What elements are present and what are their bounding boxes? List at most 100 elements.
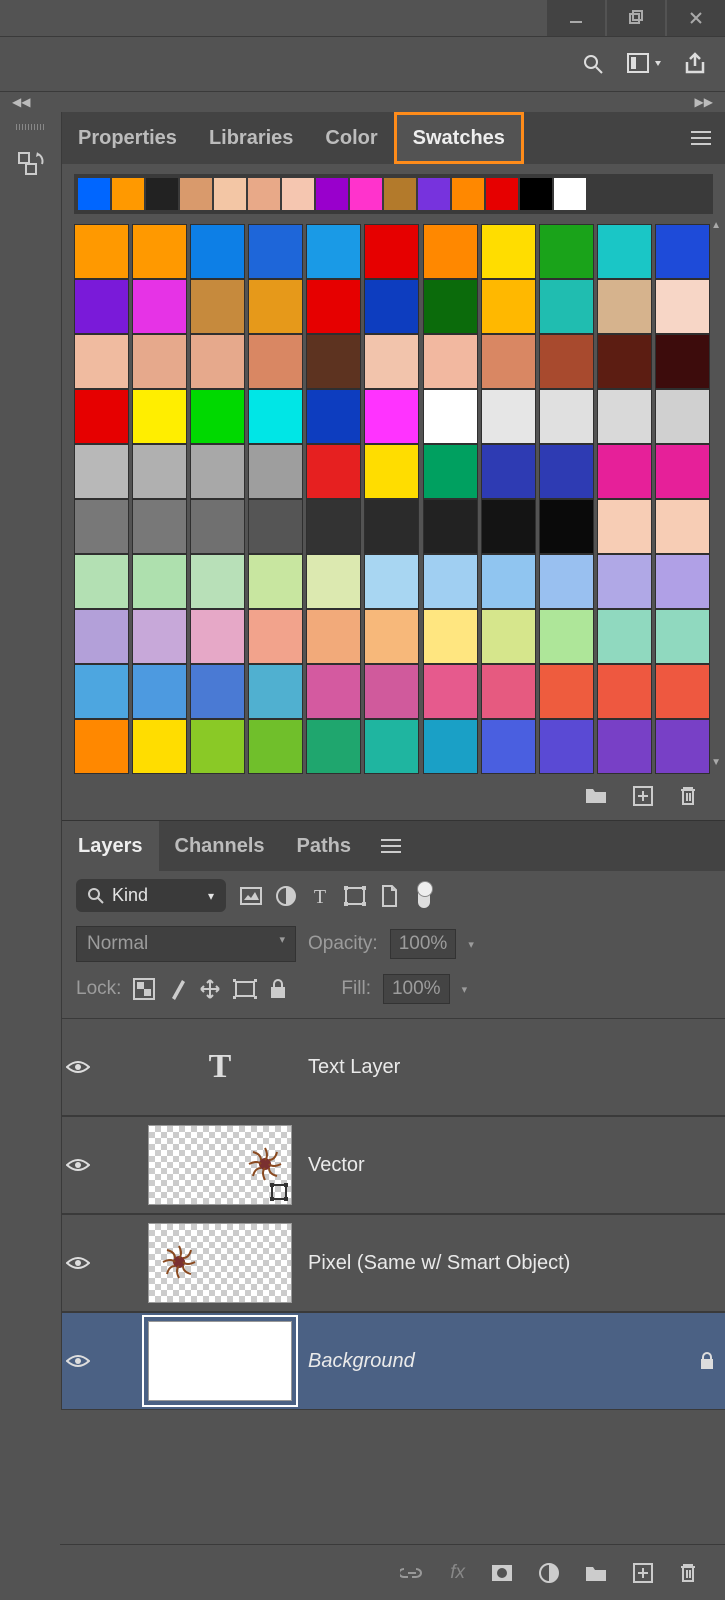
- swatch[interactable]: [190, 444, 245, 499]
- swatch[interactable]: [248, 389, 303, 444]
- swatch[interactable]: [364, 719, 419, 774]
- swatch[interactable]: [306, 554, 361, 609]
- swatch[interactable]: [481, 554, 536, 609]
- swatch[interactable]: [306, 224, 361, 279]
- lock-transparency-icon[interactable]: [133, 978, 155, 1000]
- scroll-down-icon[interactable]: ▼: [711, 757, 721, 768]
- swatch[interactable]: [306, 334, 361, 389]
- swatch[interactable]: [655, 279, 710, 334]
- panel-menu-icon[interactable]: [677, 131, 725, 145]
- visibility-toggle[interactable]: [66, 1059, 132, 1075]
- swatch[interactable]: [74, 389, 129, 444]
- lock-artboard-icon[interactable]: [233, 979, 257, 999]
- share-icon[interactable]: [683, 52, 707, 76]
- group-icon[interactable]: [585, 1564, 607, 1582]
- swatch[interactable]: [306, 719, 361, 774]
- recent-swatch[interactable]: [214, 178, 246, 210]
- layer-name[interactable]: Background: [308, 1350, 415, 1373]
- blend-mode-select[interactable]: Normal ▾: [76, 926, 296, 962]
- swatch[interactable]: [132, 389, 187, 444]
- recent-swatch[interactable]: [78, 178, 110, 210]
- new-swatch-icon[interactable]: [633, 786, 653, 806]
- swatch[interactable]: [539, 499, 594, 554]
- scroll-up-icon[interactable]: ▲: [711, 220, 721, 231]
- swatch[interactable]: [423, 719, 478, 774]
- layer-row[interactable]: Background: [62, 1312, 725, 1410]
- opacity-dropdown-icon[interactable]: ▾: [468, 938, 474, 951]
- layer-thumbnail[interactable]: [148, 1125, 292, 1205]
- recent-swatch[interactable]: [282, 178, 314, 210]
- adjustment-icon[interactable]: [539, 1563, 559, 1583]
- swatch[interactable]: [248, 609, 303, 664]
- swatch[interactable]: [364, 224, 419, 279]
- layer-name[interactable]: Pixel (Same w/ Smart Object): [308, 1252, 570, 1275]
- swatch[interactable]: [132, 279, 187, 334]
- lock-position-icon[interactable]: [199, 978, 221, 1000]
- swatch[interactable]: [306, 444, 361, 499]
- recent-swatch[interactable]: [146, 178, 178, 210]
- swatch[interactable]: [190, 554, 245, 609]
- collapse-left-icon[interactable]: ◀◀: [12, 95, 30, 109]
- swatch[interactable]: [364, 554, 419, 609]
- swatch[interactable]: [539, 664, 594, 719]
- swatch[interactable]: [655, 389, 710, 444]
- swatch[interactable]: [597, 389, 652, 444]
- swatch[interactable]: [655, 444, 710, 499]
- recent-swatch[interactable]: [316, 178, 348, 210]
- filter-toggle[interactable]: [418, 884, 430, 908]
- swatch[interactable]: [597, 664, 652, 719]
- swatch[interactable]: [74, 224, 129, 279]
- trash-icon[interactable]: [679, 786, 697, 806]
- swatch[interactable]: [655, 609, 710, 664]
- swatch[interactable]: [539, 609, 594, 664]
- swatch[interactable]: [364, 279, 419, 334]
- swatch[interactable]: [597, 554, 652, 609]
- layer-row[interactable]: TText Layer: [62, 1018, 725, 1116]
- swatch[interactable]: [132, 554, 187, 609]
- swatch[interactable]: [364, 389, 419, 444]
- fill-value[interactable]: 100%: [383, 974, 450, 1004]
- swatch[interactable]: [190, 719, 245, 774]
- swatch[interactable]: [364, 499, 419, 554]
- swatch[interactable]: [597, 224, 652, 279]
- recent-swatch[interactable]: [486, 178, 518, 210]
- recent-swatch[interactable]: [112, 178, 144, 210]
- workspace-switcher[interactable]: [627, 53, 661, 75]
- swatch[interactable]: [423, 499, 478, 554]
- swatch[interactable]: [248, 279, 303, 334]
- swatch[interactable]: [597, 719, 652, 774]
- new-layer-icon[interactable]: [633, 1563, 653, 1583]
- recent-swatch[interactable]: [452, 178, 484, 210]
- swatch[interactable]: [481, 609, 536, 664]
- recent-swatch[interactable]: [384, 178, 416, 210]
- visibility-toggle[interactable]: [66, 1255, 132, 1271]
- swatch[interactable]: [655, 334, 710, 389]
- swatch[interactable]: [248, 664, 303, 719]
- swatch[interactable]: [132, 444, 187, 499]
- swatch[interactable]: [423, 334, 478, 389]
- layer-thumbnail[interactable]: [148, 1321, 292, 1401]
- filter-smartobject-icon[interactable]: [380, 885, 398, 907]
- swatch[interactable]: [539, 279, 594, 334]
- delete-layer-icon[interactable]: [679, 1563, 697, 1583]
- swatch[interactable]: [248, 224, 303, 279]
- swatch[interactable]: [539, 334, 594, 389]
- fill-dropdown-icon[interactable]: ▾: [462, 983, 468, 996]
- swatch[interactable]: [306, 499, 361, 554]
- swatch[interactable]: [423, 444, 478, 499]
- recent-swatch[interactable]: [180, 178, 212, 210]
- swatch[interactable]: [190, 334, 245, 389]
- swatch[interactable]: [597, 609, 652, 664]
- swatch[interactable]: [481, 499, 536, 554]
- swatch[interactable]: [539, 719, 594, 774]
- filter-pixel-icon[interactable]: [240, 887, 262, 905]
- filter-adjustment-icon[interactable]: [276, 886, 296, 906]
- mask-icon[interactable]: [491, 1564, 513, 1582]
- swatch[interactable]: [132, 499, 187, 554]
- minimize-button[interactable]: [547, 0, 605, 36]
- swatch[interactable]: [306, 389, 361, 444]
- swatch[interactable]: [74, 499, 129, 554]
- swatch[interactable]: [306, 664, 361, 719]
- lock-image-icon[interactable]: [167, 978, 187, 1000]
- swatch[interactable]: [74, 334, 129, 389]
